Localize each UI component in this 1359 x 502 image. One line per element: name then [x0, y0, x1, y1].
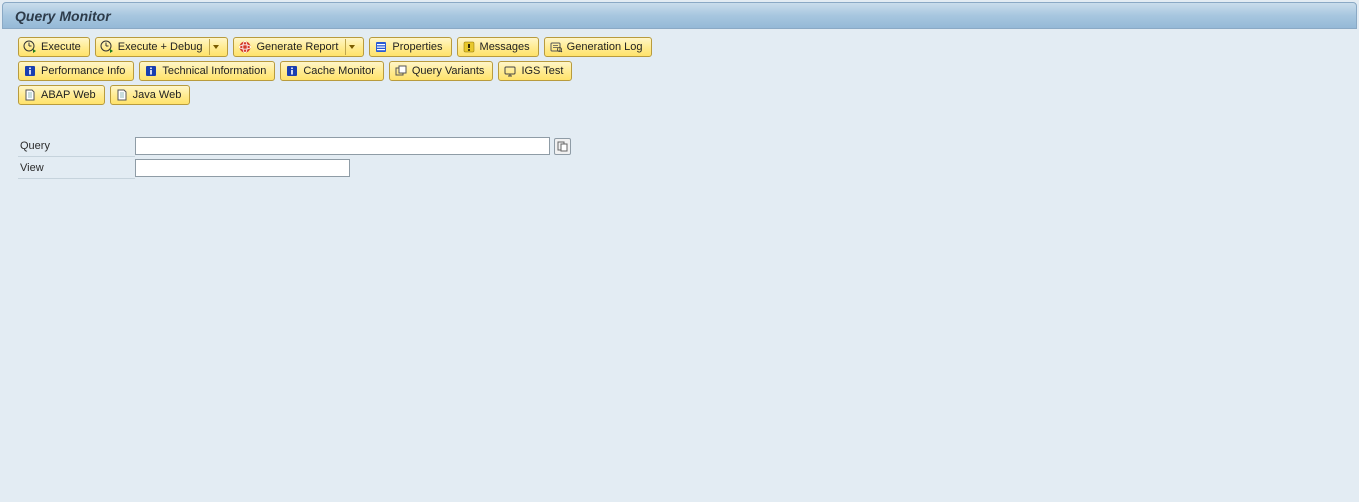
execute-debug-button[interactable]: Execute + Debug	[95, 37, 229, 57]
variants-icon	[393, 63, 409, 79]
generation-log-label: Generation Log	[567, 41, 645, 53]
view-input[interactable]	[135, 159, 350, 177]
execute-icon	[22, 39, 38, 55]
cache-monitor-button[interactable]: Cache Monitor	[280, 61, 384, 81]
info-icon	[143, 63, 159, 79]
technical-information-label: Technical Information	[162, 65, 268, 77]
info-icon	[284, 63, 300, 79]
log-icon	[548, 39, 564, 55]
messages-label: Messages	[480, 41, 532, 53]
generate-report-label: Generate Report	[256, 41, 340, 53]
toolbar-row-3: ABAP Web Java Web	[18, 85, 1347, 105]
query-row: Query	[18, 135, 1347, 157]
properties-icon	[373, 39, 389, 55]
generate-report-button[interactable]: Generate Report	[233, 37, 364, 57]
properties-button[interactable]: Properties	[369, 37, 451, 57]
document-icon	[114, 87, 130, 103]
application-toolbar: Execute Execute + Debug	[0, 29, 1359, 113]
abap-web-label: ABAP Web	[41, 89, 98, 101]
warning-icon	[461, 39, 477, 55]
java-web-label: Java Web	[133, 89, 184, 101]
messages-button[interactable]: Messages	[457, 37, 539, 57]
document-icon	[22, 87, 38, 103]
generation-log-button[interactable]: Generation Log	[544, 37, 652, 57]
separator	[209, 39, 210, 55]
execute-button[interactable]: Execute	[18, 37, 90, 57]
globe-icon	[237, 39, 253, 55]
query-variants-button[interactable]: Query Variants	[389, 61, 494, 81]
selection-screen: Query View	[0, 113, 1359, 187]
execute-debug-label: Execute + Debug	[118, 41, 205, 53]
titlebar: Query Monitor	[2, 2, 1357, 29]
info-icon	[22, 63, 38, 79]
query-label: Query	[18, 135, 135, 157]
execute-icon	[99, 39, 115, 55]
performance-info-button[interactable]: Performance Info	[18, 61, 134, 81]
query-variants-label: Query Variants	[412, 65, 487, 77]
toolbar-row-2: Performance Info Technical Information	[18, 61, 1347, 81]
performance-info-label: Performance Info	[41, 65, 127, 77]
chevron-down-icon	[349, 45, 355, 49]
execute-label: Execute	[41, 41, 83, 53]
screen-icon	[502, 63, 518, 79]
properties-label: Properties	[392, 41, 444, 53]
page-title: Query Monitor	[15, 8, 111, 24]
igs-test-button[interactable]: IGS Test	[498, 61, 572, 81]
f4-help-button[interactable]	[554, 138, 571, 155]
separator	[345, 39, 346, 55]
abap-web-button[interactable]: ABAP Web	[18, 85, 105, 105]
view-label: View	[18, 157, 135, 179]
view-row: View	[18, 157, 1347, 179]
java-web-button[interactable]: Java Web	[110, 85, 191, 105]
technical-information-button[interactable]: Technical Information	[139, 61, 275, 81]
chevron-down-icon	[213, 45, 219, 49]
igs-test-label: IGS Test	[521, 65, 565, 77]
cache-monitor-label: Cache Monitor	[303, 65, 377, 77]
query-input[interactable]	[135, 137, 550, 155]
search-help-icon	[557, 141, 568, 152]
toolbar-row-1: Execute Execute + Debug	[18, 37, 1347, 57]
